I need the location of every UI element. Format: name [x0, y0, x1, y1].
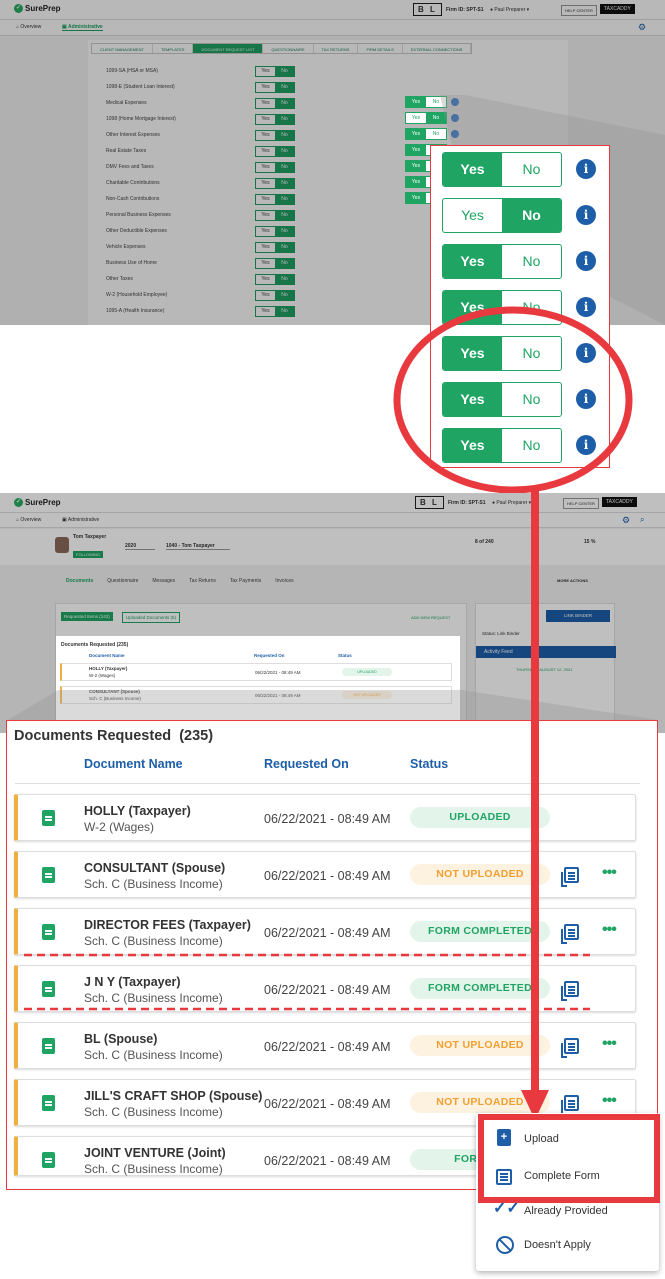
- document-icon: [42, 867, 55, 883]
- toggle-yes[interactable]: Yes: [443, 199, 502, 232]
- more-options-icon[interactable]: •••: [602, 1092, 617, 1110]
- requested-on: 06/22/2021 - 08:49 AM: [264, 1154, 391, 1168]
- more-options-icon[interactable]: •••: [602, 921, 617, 939]
- requested-on: 06/22/2021 - 08:49 AM: [264, 812, 391, 826]
- info-icon[interactable]: i: [576, 159, 596, 179]
- more-options-icon[interactable]: •••: [602, 864, 617, 882]
- requested-on: 06/22/2021 - 08:49 AM: [264, 869, 391, 883]
- toggle-no[interactable]: No: [502, 199, 561, 232]
- toggle-no[interactable]: No: [502, 245, 561, 278]
- column-status[interactable]: Status: [410, 757, 448, 771]
- menu-highlight-box: [478, 1114, 660, 1203]
- form-icon[interactable]: [561, 1095, 579, 1115]
- toggle-yes[interactable]: Yes: [406, 161, 426, 171]
- preview-row-name: HOLLY (Taxpayer): [89, 666, 128, 671]
- preview-col-requested: Requested On: [254, 653, 285, 658]
- document-type: Sch. C (Business Income): [84, 1105, 223, 1119]
- document-icon: [42, 924, 55, 940]
- column-document-name[interactable]: Document Name: [84, 757, 183, 771]
- toggle-yes[interactable]: Yes: [406, 113, 426, 123]
- form-icon[interactable]: [561, 924, 579, 944]
- document-icon: [42, 1152, 55, 1168]
- document-name: HOLLY (Taxpayer): [84, 804, 191, 818]
- more-options-icon[interactable]: •••: [602, 1035, 617, 1053]
- requested-on: 06/22/2021 - 08:49 AM: [264, 926, 391, 940]
- yes-no-toggle-large[interactable]: Yes No: [442, 244, 562, 279]
- form-icon[interactable]: [561, 1038, 579, 1058]
- preview-col-name: Document Name: [89, 653, 125, 658]
- toggle-yes[interactable]: Yes: [443, 153, 502, 186]
- doesnt-apply-icon: [496, 1236, 514, 1254]
- document-type: Sch. C (Business Income): [84, 934, 223, 948]
- preview-row-date: 06/22/2021 - 08:49 AM: [255, 670, 301, 675]
- toggle-yes[interactable]: Yes: [406, 177, 426, 187]
- document-name: JILL'S CRAFT SHOP (Spouse): [84, 1089, 263, 1103]
- form-icon[interactable]: [561, 867, 579, 887]
- document-type: W-2 (Wages): [84, 820, 155, 834]
- menu-doesnt-apply[interactable]: Doesn't Apply: [524, 1239, 591, 1251]
- preview-row-status: UPLOADED: [342, 668, 392, 676]
- document-type: Sch. C (Business Income): [84, 1162, 223, 1176]
- info-icon[interactable]: i: [576, 205, 596, 225]
- info-icon[interactable]: i: [576, 251, 596, 271]
- preview-title: Documents Requested (235): [61, 642, 129, 648]
- yes-no-toggle-large[interactable]: Yes No: [442, 152, 562, 187]
- highlight-ellipse: [393, 306, 633, 494]
- preview-row-sub: W-2 (Wages): [89, 673, 116, 678]
- red-arrow: [521, 490, 549, 1120]
- toggle-yes[interactable]: Yes: [406, 193, 426, 203]
- requested-on: 06/22/2021 - 08:49 AM: [264, 1097, 391, 1111]
- toggle-yes[interactable]: Yes: [406, 129, 426, 139]
- document-icon: [42, 1038, 55, 1054]
- document-name: DIRECTOR FEES (Taxpayer): [84, 918, 251, 932]
- preview-row: HOLLY (Taxpayer) W-2 (Wages) 06/22/2021 …: [60, 663, 452, 681]
- document-name: BL (Spouse): [84, 1032, 158, 1046]
- requested-on: 06/22/2021 - 08:49 AM: [264, 1040, 391, 1054]
- document-name: CONSULTANT (Spouse): [84, 861, 226, 875]
- toggle-yes[interactable]: Yes: [406, 97, 426, 107]
- column-requested-on[interactable]: Requested On: [264, 757, 349, 771]
- toggle-no[interactable]: No: [502, 153, 561, 186]
- document-icon: [42, 810, 55, 826]
- menu-already-provided[interactable]: Already Provided: [524, 1205, 608, 1217]
- toggle-yes[interactable]: Yes: [406, 145, 426, 155]
- document-icon: [42, 1095, 55, 1111]
- toggle-yes[interactable]: Yes: [443, 245, 502, 278]
- document-type: Sch. C (Business Income): [84, 1048, 223, 1062]
- document-name: JOINT VENTURE (Joint): [84, 1146, 226, 1160]
- yes-no-toggle-large[interactable]: Yes No: [442, 198, 562, 233]
- dashed-highlight: [24, 953, 590, 1011]
- document-type: Sch. C (Business Income): [84, 877, 223, 891]
- preview-col-status: Status: [338, 653, 352, 658]
- documents-title: Documents Requested (235): [14, 728, 214, 744]
